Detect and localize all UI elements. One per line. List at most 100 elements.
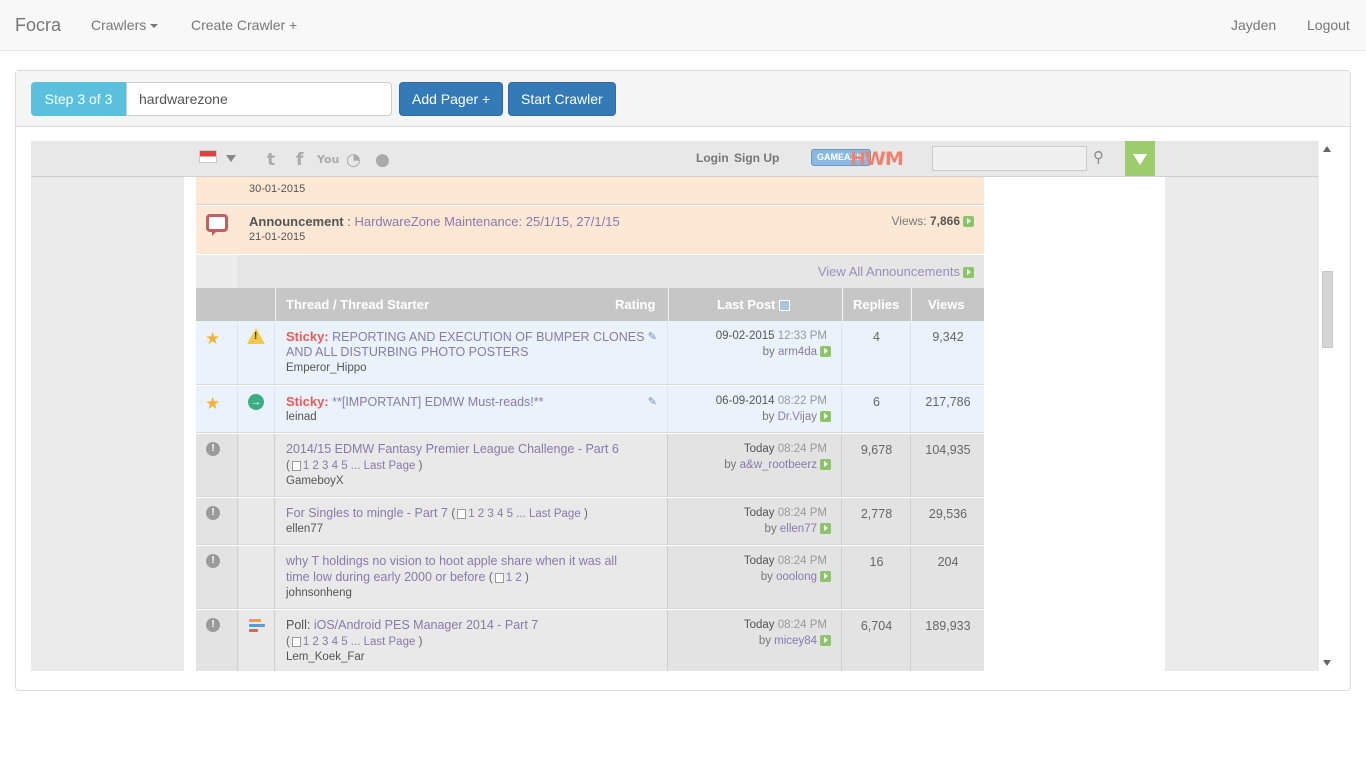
page-links[interactable]: 1 2 3 4 5 ... Last Page [468,508,581,520]
go-arrow-icon[interactable] [820,459,831,471]
forum-signup-link[interactable]: Sign Up [734,151,779,165]
thread-title[interactable]: For Singles to mingle - Part 7 (1 2 3 4 … [286,506,588,520]
thread-starter[interactable]: ellen77 [286,523,323,535]
go-arrow-icon[interactable] [820,571,831,583]
rating-header[interactable]: Rating [615,288,655,321]
start-crawler-button[interactable]: Start Crawler [508,82,616,116]
views-header[interactable]: Views [928,288,965,321]
singapore-flag-icon[interactable] [199,150,217,163]
last-post-user[interactable]: Dr.Vijay [778,411,817,423]
thread-title[interactable]: 2014/15 EDMW Fantasy Premier League Chal… [286,442,619,456]
scrollbar-thumb[interactable] [1322,271,1333,348]
thread-pages[interactable]: (1 2 3 4 5 ... Last Page ) [286,458,422,472]
last-post-by: by micey84 [759,635,831,647]
last-post-user[interactable]: ellen77 [780,523,817,535]
add-pager-button[interactable]: Add Pager + [399,82,504,116]
last-post-by: by a&w_rootbeerz [724,459,831,471]
scroll-down-icon[interactable] [1323,660,1331,666]
last-post-label: Last Post [717,297,776,312]
thread-title-line2[interactable]: AND ALL DISTURBING PHOTO POSTERS [286,345,528,359]
table-row[interactable]: ★ Sticky: REPORTING AND EXECUTION OF BUM… [196,321,984,385]
replies-count[interactable]: 6,704 [843,619,910,633]
last-post-day: 09-02-2015 [715,330,775,342]
last-post-user[interactable]: arm4da [778,346,817,358]
replies-count[interactable]: 6 [843,395,910,409]
sort-icon [779,300,791,312]
thread-title[interactable]: Sticky: REPORTING AND EXECUTION OF BUMPE… [286,329,644,344]
last-post-user[interactable]: micey84 [774,635,817,647]
top-navbar: Focra Crawlers Create Crawler + Jayden L… [0,0,1366,51]
brand-logo[interactable]: Focra [15,15,61,36]
go-arrow-icon[interactable] [820,346,831,358]
rss-icon[interactable]: ◔ [346,150,361,170]
table-row[interactable]: ! Poll: iOS/Android PES Manager 2014 - P… [196,610,984,671]
warning-icon [247,328,265,344]
replies-header[interactable]: Replies [853,288,899,321]
last-post-user[interactable]: ooolong [776,571,817,583]
thread-title-line2[interactable]: time low during early 2000 or before (1 … [286,570,529,584]
thread-header[interactable]: Thread / Thread Starter [286,288,429,321]
chevron-down-icon [150,24,159,29]
announcement-prev: 30-01-2015 [196,177,984,205]
twitter-icon[interactable]: t [267,150,275,170]
go-arrow-icon[interactable] [963,216,974,228]
logout-link[interactable]: Logout [1307,17,1350,33]
sticky-label: Sticky: [286,329,329,344]
youtube-icon[interactable]: You [317,153,339,166]
expand-menu-toggle[interactable] [1125,141,1155,176]
views-count: 29,536 [928,507,968,521]
star-icon: ★ [205,394,221,413]
site-preview-frame[interactable]: t f You ◔ ● Login Sign Up GAMEAXIS HWM ⚲… [31,141,1334,671]
thread-starter[interactable]: johnsonheng [286,587,352,599]
last-post-header[interactable]: Last Post [717,288,791,321]
replies-count[interactable]: 4 [843,330,910,344]
scroll-up-icon[interactable] [1323,146,1331,152]
page-links[interactable]: 1 2 3 4 5 ... Last Page [303,460,416,472]
table-row[interactable]: ★ → Sticky: **[IMPORTANT] EDMW Must-read… [196,386,984,433]
table-row[interactable]: ! For Singles to mingle - Part 7 (1 2 3 … [196,498,984,545]
replies-count[interactable]: 2,778 [843,507,910,521]
thread-title[interactable]: why T holdings no vision to hoot apple s… [286,554,617,568]
arrow-right-icon: → [248,394,264,410]
thread-starter[interactable]: leinad [286,411,317,423]
thread-title[interactable]: Sticky: **[IMPORTANT] EDMW Must-reads!** [286,394,544,409]
page-links[interactable]: 1 2 3 4 5 ... Last Page [303,636,416,648]
search-icon[interactable]: ⚲ [1093,148,1104,166]
thread-starter[interactable]: GameboyX [286,475,344,487]
page-links[interactable]: 1 2 [506,572,522,584]
thread-title[interactable]: Poll: iOS/Android PES Manager 2014 - Par… [286,618,538,632]
create-crawler-link[interactable]: Create Crawler + [191,17,297,33]
poll-icon [249,619,265,633]
user-link[interactable]: Jayden [1231,17,1276,33]
crawlers-dropdown[interactable]: Crawlers [91,17,159,33]
views-count: 204 [937,555,959,569]
last-post-date: Today 08:24 PM [744,507,827,519]
chevron-down-icon[interactable] [226,155,236,162]
forum-header-bar: t f You ◔ ● Login Sign Up GAMEAXIS HWM ⚲ [31,141,1318,177]
last-post-day: Today [743,507,775,519]
views-count: 9,342 [932,330,964,344]
go-arrow-icon[interactable] [820,411,831,423]
replies-count[interactable]: 16 [843,555,910,569]
forum-search-input[interactable] [932,146,1087,171]
last-post-date: Today 08:24 PM [744,443,827,455]
apple-icon[interactable]: ● [375,150,390,170]
table-row[interactable]: ! why T holdings no vision to hoot apple… [196,546,984,609]
thread-pages[interactable]: (1 2 3 4 5 ... Last Page ) [286,634,422,648]
thread-starter[interactable]: Emperor_Hippo [286,362,367,374]
table-row[interactable]: ! 2014/15 EDMW Fantasy Premier League Ch… [196,434,984,497]
view-all-label: View All Announcements [817,264,960,279]
panel-toolbar: Step 3 of 3 Add Pager + Start Crawler [16,71,1350,127]
forum-login-link[interactable]: Login [696,151,729,165]
crawler-name-input[interactable] [126,82,392,116]
hwm-logo[interactable]: HWM [850,148,904,170]
last-post-user[interactable]: a&w_rootbeerz [740,459,817,471]
replies-count[interactable]: 9,678 [843,443,910,457]
view-all-announcements-link[interactable]: View All Announcements [818,264,974,279]
thread-starter[interactable]: Lem_Koek_Far [286,651,365,663]
facebook-icon[interactable]: f [296,150,303,170]
announcement-link[interactable]: HardwareZone Maintenance: 25/1/15, 27/1/… [354,214,619,229]
frame-scrollbar[interactable] [1319,141,1336,671]
go-arrow-icon[interactable] [820,635,831,647]
go-arrow-icon[interactable] [820,523,831,535]
